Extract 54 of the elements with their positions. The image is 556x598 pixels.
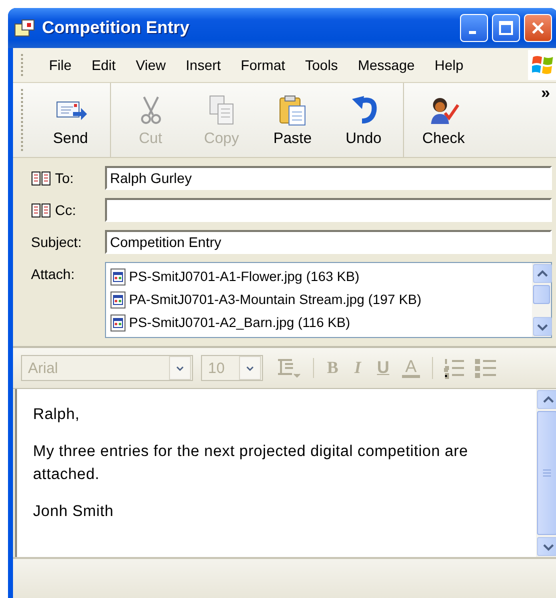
subject-field[interactable]: Competition Entry [105, 230, 552, 254]
envelope-note-icon [14, 18, 36, 38]
menu-item[interactable]: View [128, 53, 174, 77]
maximize-icon [499, 21, 513, 35]
address-book-icon[interactable] [31, 202, 51, 218]
menu-item[interactable]: Help [426, 53, 472, 77]
field-label: Attach: [31, 266, 75, 282]
recipient-field[interactable] [105, 198, 552, 222]
check-button[interactable]: Check [408, 83, 479, 157]
chevron-up-icon [537, 270, 548, 277]
menu-item[interactable]: Message [350, 53, 423, 77]
attachment-name[interactable]: PA-SmitJ0701-A3-Mountain Stream.jpg (197 KB) [129, 292, 422, 307]
scroll-up-button[interactable] [537, 390, 556, 409]
image-file-icon [110, 314, 126, 332]
chevron-down-icon [246, 366, 254, 371]
maximize-button[interactable] [492, 14, 520, 42]
menu-item[interactable]: Insert [178, 53, 229, 77]
attachment-list[interactable]: PS-SmitJ0701-A1-Flower.jpg (163 KB) PA-SmitJ0701-A3-Mountain Stream.jpg (197 KB) PS-SmitJ0701-A2_Barn.jpg (116 KB) [105, 262, 552, 338]
chevron-down-icon [537, 324, 548, 331]
scroll-up-button[interactable] [533, 264, 552, 283]
recipient-field[interactable]: Ralph Gurley [105, 166, 552, 190]
scrollbar-thumb[interactable] [533, 285, 550, 304]
more-tools-chevron[interactable]: » [541, 85, 550, 103]
chevron-up-icon [542, 396, 554, 403]
paste-button[interactable]: Paste [257, 83, 328, 157]
attachment-name[interactable]: PS-SmitJ0701-A1-Flower.jpg (163 KB) [129, 269, 360, 284]
send-button[interactable]: Send [35, 83, 106, 157]
menu-item[interactable]: Edit [84, 53, 124, 77]
minimize-button[interactable] [460, 14, 488, 42]
minimize-icon [469, 31, 476, 34]
field-label: Cc: [55, 202, 76, 218]
field-label: To: [55, 170, 74, 186]
close-button[interactable] [524, 14, 552, 42]
clipboard-icon [276, 94, 308, 126]
window-title: Competition Entry [42, 18, 190, 38]
chevron-down-icon [176, 366, 184, 371]
attachment-name[interactable]: PS-SmitJ0701-A2_Barn.jpg (116 KB) [129, 315, 350, 330]
field-label: Subject: [31, 234, 82, 250]
scroll-down-button[interactable] [537, 537, 556, 556]
menu-item[interactable]: Tools [297, 53, 346, 77]
menu-item[interactable]: File [41, 53, 80, 77]
image-file-icon [110, 268, 126, 286]
menu-item[interactable]: Format [232, 53, 294, 77]
message-paragraph: My three entries for the next projected digital competition are attached. [33, 442, 470, 485]
scroll-down-button[interactable] [533, 317, 552, 336]
address-book-icon[interactable] [31, 170, 51, 186]
chevron-down-icon [542, 544, 554, 551]
message-paragraph: Jonh Smith [33, 502, 115, 522]
close-icon [531, 21, 545, 35]
undo-button[interactable]: Undo [328, 83, 399, 157]
scrollbar-thumb[interactable] [537, 411, 556, 535]
flag-logo-icon [528, 50, 556, 80]
image-file-icon [110, 290, 126, 308]
message-paragraph: Ralph, [33, 405, 81, 425]
